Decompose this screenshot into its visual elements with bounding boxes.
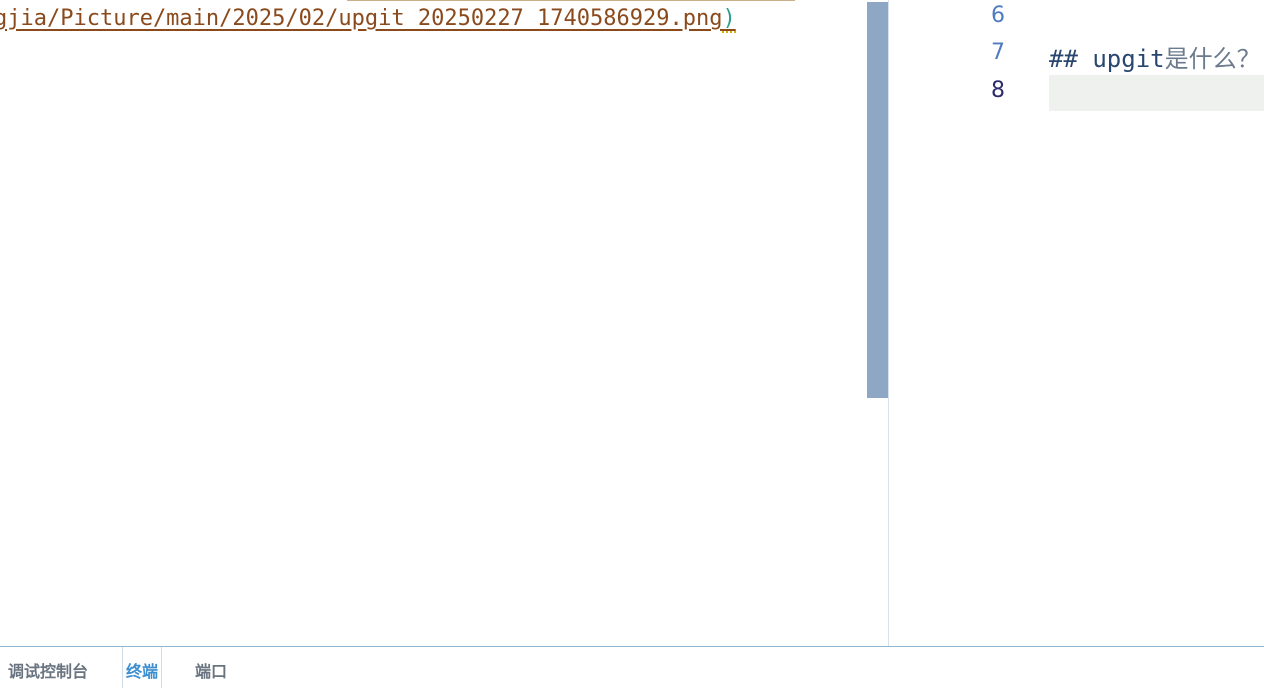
tab-debug-console[interactable]: 调试控制台 — [8, 647, 88, 688]
tab-terminal[interactable]: 终端 — [122, 647, 163, 688]
left-editor-pane[interactable]: gjia/Picture/main/2025/02/upgit_20250227… — [0, 0, 867, 646]
line-number-6: 6 — [991, 3, 1005, 28]
code-line-image-url[interactable]: gjia/Picture/main/2025/02/upgit_20250227… — [0, 4, 737, 34]
warning-squiggle — [722, 27, 737, 33]
top-divider — [347, 0, 795, 1]
bottom-panel-tabs: 调试控制台 终端 端口 — [0, 646, 1264, 688]
scrollbar-thumb[interactable] — [867, 2, 888, 398]
right-editor-pane[interactable]: 6 7 8 ## upgit是什么？ — [889, 0, 1264, 646]
heading-cjk-text: 是什么？ — [1164, 45, 1261, 73]
tab-ports[interactable]: 端口 — [195, 647, 227, 688]
markdown-heading-line[interactable]: ## upgit是什么？ — [1049, 39, 1261, 74]
current-line-highlight — [1049, 75, 1264, 111]
close-paren: ) — [722, 6, 737, 33]
line-number-7: 7 — [991, 40, 1005, 65]
heading-prefix: ## upgit — [1049, 45, 1165, 73]
vertical-scrollbar[interactable] — [867, 0, 889, 646]
image-url-text[interactable]: gjia/Picture/main/2025/02/upgit_20250227… — [0, 6, 722, 31]
line-number-8: 8 — [991, 78, 1005, 103]
